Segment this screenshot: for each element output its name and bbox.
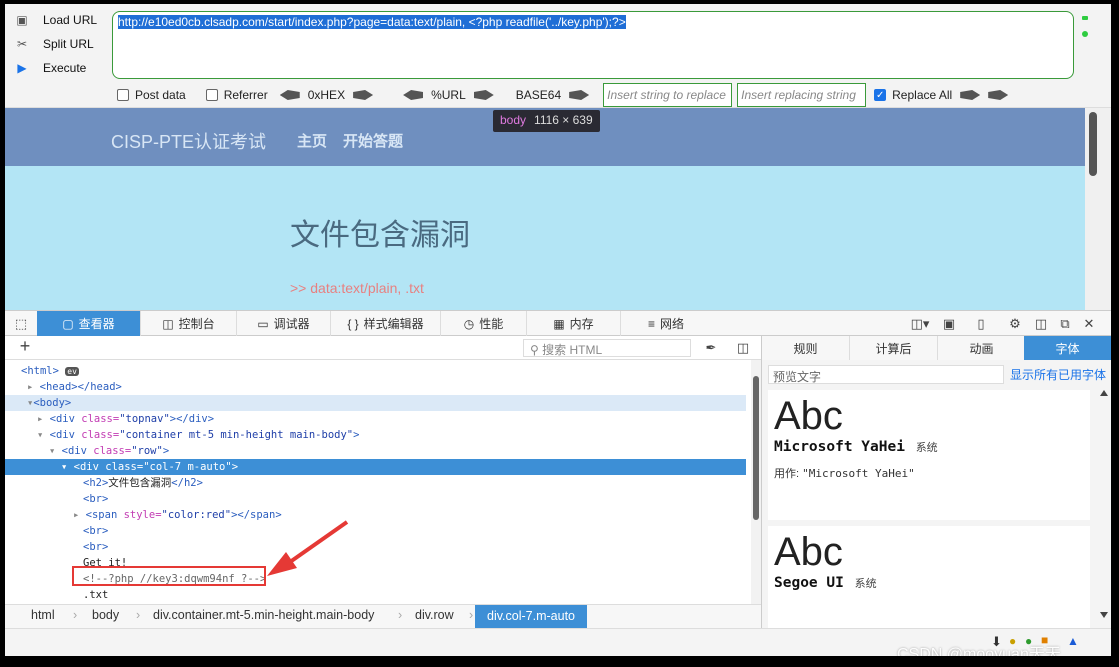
chevron-right-icon: › (73, 608, 78, 622)
font-card: Abc Microsoft YaHei 系统 用作: "Microsoft Ya… (768, 390, 1090, 520)
font-name: Segoe UI 系统 (768, 575, 1090, 591)
show-all-fonts-link[interactable]: 显示所有已用字体 (1010, 366, 1106, 383)
tree-scrollbar-thumb[interactable] (753, 376, 759, 520)
font-system-label: 系统 (854, 578, 877, 590)
browser-window: ▣ Load URL ✂ Split URL ▶ Execute http://… (5, 4, 1111, 656)
usage-label: 用作: (774, 468, 800, 480)
breadcrumb-body[interactable]: body (92, 608, 119, 626)
preview-placeholder: 预览文字 (773, 370, 822, 384)
scroll-down-arrow[interactable] (1100, 612, 1108, 618)
breadcrumb-col[interactable]: div.col-7.m-auto (475, 605, 587, 628)
font-usage: 用作: "Microsoft YaHei" (768, 455, 1090, 481)
chevron-right-icon: › (469, 608, 474, 622)
scroll-up-arrow[interactable] (1100, 390, 1108, 396)
breadcrumb-html[interactable]: html (31, 608, 55, 626)
side-scrollbar[interactable] (1100, 388, 1108, 624)
font-sample: Abc (774, 530, 843, 574)
extension-4-icon[interactable]: ▲ (1067, 634, 1079, 648)
tab-computed[interactable]: 计算后 (850, 336, 938, 360)
chevron-right-icon: › (398, 608, 403, 622)
tab-fonts[interactable]: 字体 (1024, 336, 1111, 360)
font-name-text: Segoe UI (774, 575, 844, 591)
font-sample: Abc (774, 394, 843, 438)
arrow-head (267, 552, 297, 576)
preview-text-input[interactable]: 预览文字 (768, 365, 1004, 384)
font-name-text: Microsoft YaHei (774, 439, 905, 455)
breadcrumb: html › body › div.container.mt-5.min-hei… (5, 604, 761, 628)
fonts-sidebar: 规则 计算后 动画 字体 预览文字 显示所有已用字体 Abc Microsoft… (761, 336, 1111, 628)
tab-rules[interactable]: 规则 (762, 336, 850, 360)
breadcrumb-row[interactable]: div.row (415, 608, 454, 626)
chevron-right-icon: › (136, 608, 141, 622)
watermark: CSDN @mooyuan天天 (897, 646, 1061, 656)
usage-value: "Microsoft YaHei" (802, 467, 915, 480)
arrow-shaft (288, 520, 349, 564)
breadcrumb-container[interactable]: div.container.mt-5.min-height.main-body (153, 608, 374, 626)
font-card: Abc Segoe UI 系统 (768, 526, 1090, 628)
font-system-label: 系统 (915, 442, 938, 454)
tab-animations[interactable]: 动画 (938, 336, 1026, 360)
font-name: Microsoft YaHei 系统 (768, 439, 1090, 455)
